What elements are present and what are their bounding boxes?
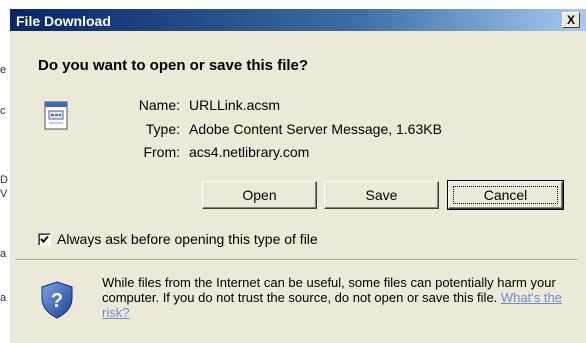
file-type-row: Type:	[10, 121, 180, 139]
background-text-fragment: V	[0, 188, 8, 200]
separator-line	[15, 259, 578, 261]
security-shield-question-icon: ?	[40, 281, 74, 319]
open-button[interactable]: Open	[202, 181, 317, 209]
file-type-value: Adobe Content Server Message, 1.63KB	[189, 121, 442, 137]
save-button[interactable]: Save	[324, 181, 439, 209]
background-text-fragment: e	[0, 64, 7, 76]
close-icon: X	[566, 13, 575, 27]
always-ask-checkbox[interactable]	[38, 232, 51, 246]
file-from-row: From:	[10, 144, 180, 162]
background-text-fragment: c	[0, 105, 6, 117]
background-text-fragment: D	[0, 174, 8, 186]
dialog-question: Do you want to open or save this file?	[38, 57, 309, 74]
open-button-label: Open	[242, 187, 277, 203]
file-download-dialog: File Download X Do you want to open or s…	[9, 8, 586, 343]
file-from-value: acs4.netlibrary.com	[189, 144, 310, 160]
dialog-title: File Download	[16, 13, 111, 29]
svg-text:?: ?	[51, 290, 63, 312]
security-warning-text: While files from the Internet can be use…	[102, 275, 572, 320]
file-name-label: Name:	[138, 97, 180, 113]
background-text-fragment: a	[0, 248, 7, 260]
file-from-label: From:	[143, 144, 180, 160]
close-button[interactable]: X	[562, 12, 580, 28]
cancel-button-label: Cancel	[483, 187, 528, 203]
cancel-button[interactable]: Cancel	[447, 180, 564, 210]
checkmark-icon	[40, 235, 49, 243]
always-ask-label: Always ask before opening this type of f…	[57, 231, 318, 247]
dialog-titlebar[interactable]: File Download X	[10, 9, 586, 31]
file-name-value: URLLink.acsm	[189, 97, 281, 113]
warning-message: While files from the Internet can be use…	[102, 275, 556, 305]
file-type-label: Type:	[145, 121, 180, 137]
always-ask-option[interactable]: Always ask before opening this type of f…	[38, 231, 318, 247]
save-button-label: Save	[365, 187, 398, 203]
file-name-row: Name:	[10, 97, 180, 115]
background-text-fragment: a	[0, 292, 7, 304]
